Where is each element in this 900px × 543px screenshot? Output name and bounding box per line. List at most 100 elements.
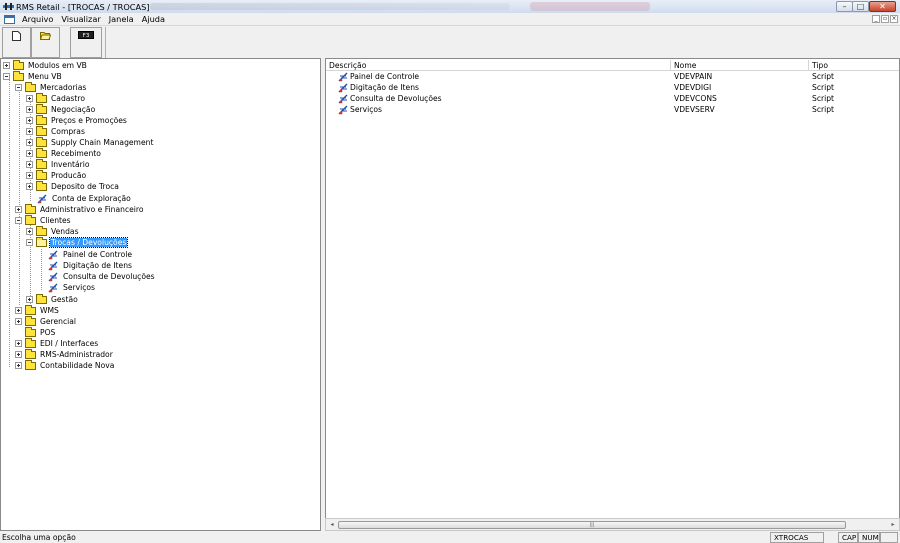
script-icon <box>37 194 47 203</box>
tree-item-mercadorias[interactable]: Mercadorias <box>15 81 87 93</box>
column-header-nome[interactable]: Nome <box>671 60 809 71</box>
cell-nome: VDEVDIGI <box>674 83 712 92</box>
tree-item-modulos[interactable]: Modulos em VB <box>3 59 88 71</box>
close-button[interactable]: ✕ <box>869 1 896 12</box>
collapse-icon[interactable] <box>26 239 33 246</box>
expand-icon[interactable] <box>15 351 22 358</box>
tree-item-contabilidade[interactable]: Contabilidade Nova <box>15 359 115 371</box>
list-row[interactable]: Digitação de Itens VDEVDIGI Script <box>326 82 899 93</box>
collapse-icon[interactable] <box>3 73 10 80</box>
column-header-descricao[interactable]: Descrição <box>326 60 671 71</box>
scroll-thumb[interactable]: ||| <box>338 521 846 529</box>
tree-item-label: Recebimento <box>51 149 101 158</box>
tree-item-gestao[interactable]: Gestão <box>26 293 79 305</box>
horizontal-scrollbar[interactable]: ◂ ||| ▸ <box>325 518 900 531</box>
expand-icon[interactable] <box>26 183 33 190</box>
expand-icon[interactable] <box>26 117 33 124</box>
expand-icon[interactable] <box>26 128 33 135</box>
menu-ajuda[interactable]: Ajuda <box>138 14 169 24</box>
scroll-right-icon[interactable]: ▸ <box>888 520 898 529</box>
tree-item-digitacao[interactable]: Digitação de Itens <box>46 260 133 271</box>
tree-item-consulta[interactable]: Consulta de Devoluções <box>46 271 156 282</box>
tree-item-conta[interactable]: Conta de Exploração <box>35 193 132 204</box>
tree-item-label-selected: Trocas / Devoluções <box>48 237 129 248</box>
cell-nome: VDEVPAIN <box>674 72 713 81</box>
new-button[interactable] <box>2 27 31 58</box>
maximize-button[interactable]: □ <box>852 1 869 12</box>
expand-icon[interactable] <box>26 228 33 235</box>
folder-icon <box>13 70 24 81</box>
list-row[interactable]: Painel de Controle VDEVPAIN Script <box>326 71 899 82</box>
expand-icon[interactable] <box>15 340 22 347</box>
tree-item-label: Supply Chain Management <box>51 138 154 147</box>
tree-item-edi[interactable]: EDI / Interfaces <box>15 337 99 349</box>
mdi-close-button[interactable]: × <box>890 15 898 23</box>
tree-item-adm[interactable]: Administrativo e Financeiro <box>15 203 145 215</box>
folder-icon <box>25 81 36 92</box>
tree-item-painel[interactable]: Painel de Controle <box>46 249 133 260</box>
tree-item-servicos[interactable]: Serviços <box>46 282 96 293</box>
tree-item-scm[interactable]: Supply Chain Management <box>26 136 154 148</box>
expand-icon[interactable] <box>15 206 22 213</box>
column-header-tipo[interactable]: Tipo <box>809 60 899 71</box>
script-list[interactable]: Descrição Nome Tipo Painel de Controle V… <box>325 58 900 531</box>
document-menu-icon[interactable] <box>4 14 15 24</box>
mdi-restore-button[interactable]: ▫ <box>881 15 889 23</box>
tree-item-vendas[interactable]: Vendas <box>26 225 80 237</box>
expand-icon[interactable] <box>26 139 33 146</box>
toolbar: F3 <box>0 26 900 60</box>
tree-line <box>41 249 42 290</box>
expand-icon[interactable] <box>26 161 33 168</box>
folder-icon <box>25 326 36 337</box>
tree-item-cadastro[interactable]: Cadastro <box>26 92 86 104</box>
cell-tipo: Script <box>812 94 835 103</box>
scroll-left-icon[interactable]: ◂ <box>327 520 337 529</box>
tree-item-precos[interactable]: Preços e Promoções <box>26 114 128 126</box>
folder-icon <box>36 92 47 103</box>
tree-item-producao[interactable]: Producão <box>26 169 87 181</box>
menu-visualizar[interactable]: Visualizar <box>57 14 104 24</box>
expand-icon[interactable] <box>26 106 33 113</box>
tree-item-deposito[interactable]: Deposito de Troca <box>26 180 120 192</box>
open-button[interactable] <box>31 27 60 58</box>
menu-janela[interactable]: Janela <box>105 14 138 24</box>
folder-icon <box>36 158 47 169</box>
tree-item-pos[interactable]: POS <box>22 326 56 338</box>
tree-item-recebimento[interactable]: Recebimento <box>26 147 102 159</box>
menu-arquivo[interactable]: Arquivo <box>18 14 57 24</box>
mdi-minimize-button[interactable]: _ <box>872 15 880 23</box>
expand-icon[interactable] <box>15 307 22 314</box>
collapse-icon[interactable] <box>15 217 22 224</box>
tree-item-label: Conta de Exploração <box>52 194 131 203</box>
tree-item-compras[interactable]: Compras <box>26 125 86 137</box>
status-form-name: XTROCAS <box>770 532 824 543</box>
minimize-button[interactable]: – <box>836 1 853 12</box>
navigation-tree[interactable]: Modulos em VB Menu VB Mercadorias Cadast… <box>0 58 321 531</box>
expand-icon[interactable] <box>15 362 22 369</box>
f3-button[interactable]: F3 <box>70 27 102 58</box>
tree-item-inventario[interactable]: Inventário <box>26 158 91 170</box>
tree-item-negociacao[interactable]: Negociação <box>26 103 96 115</box>
expand-icon[interactable] <box>3 62 10 69</box>
window-title: RMS Retail - [TROCAS / TROCAS] <box>16 1 150 12</box>
script-icon <box>338 83 348 92</box>
tree-item-gerencial[interactable]: Gerencial <box>15 315 77 327</box>
folder-icon <box>25 337 36 348</box>
collapse-icon[interactable] <box>15 84 22 91</box>
status-cap: CAP <box>838 532 858 543</box>
tree-item-trocas[interactable]: Trocas / Devoluções <box>26 236 129 248</box>
list-row[interactable]: Consulta de Devoluções VDEVCONS Script <box>326 93 899 104</box>
title-bar: RMS Retail - [TROCAS / TROCAS] – □ ✕ <box>0 0 900 13</box>
expand-icon[interactable] <box>26 95 33 102</box>
tree-item-menu-vb[interactable]: Menu VB <box>3 70 63 82</box>
expand-icon[interactable] <box>26 150 33 157</box>
expand-icon[interactable] <box>26 172 33 179</box>
status-num: NUM <box>858 532 880 543</box>
tree-item-wms[interactable]: WMS <box>15 304 60 316</box>
folder-icon <box>25 214 36 225</box>
list-row[interactable]: Serviços VDEVSERV Script <box>326 104 899 115</box>
tree-item-rms-administrador[interactable]: RMS-Administrador <box>15 348 114 360</box>
expand-icon[interactable] <box>15 318 22 325</box>
tree-item-clientes[interactable]: Clientes <box>15 214 72 226</box>
expand-icon[interactable] <box>26 296 33 303</box>
